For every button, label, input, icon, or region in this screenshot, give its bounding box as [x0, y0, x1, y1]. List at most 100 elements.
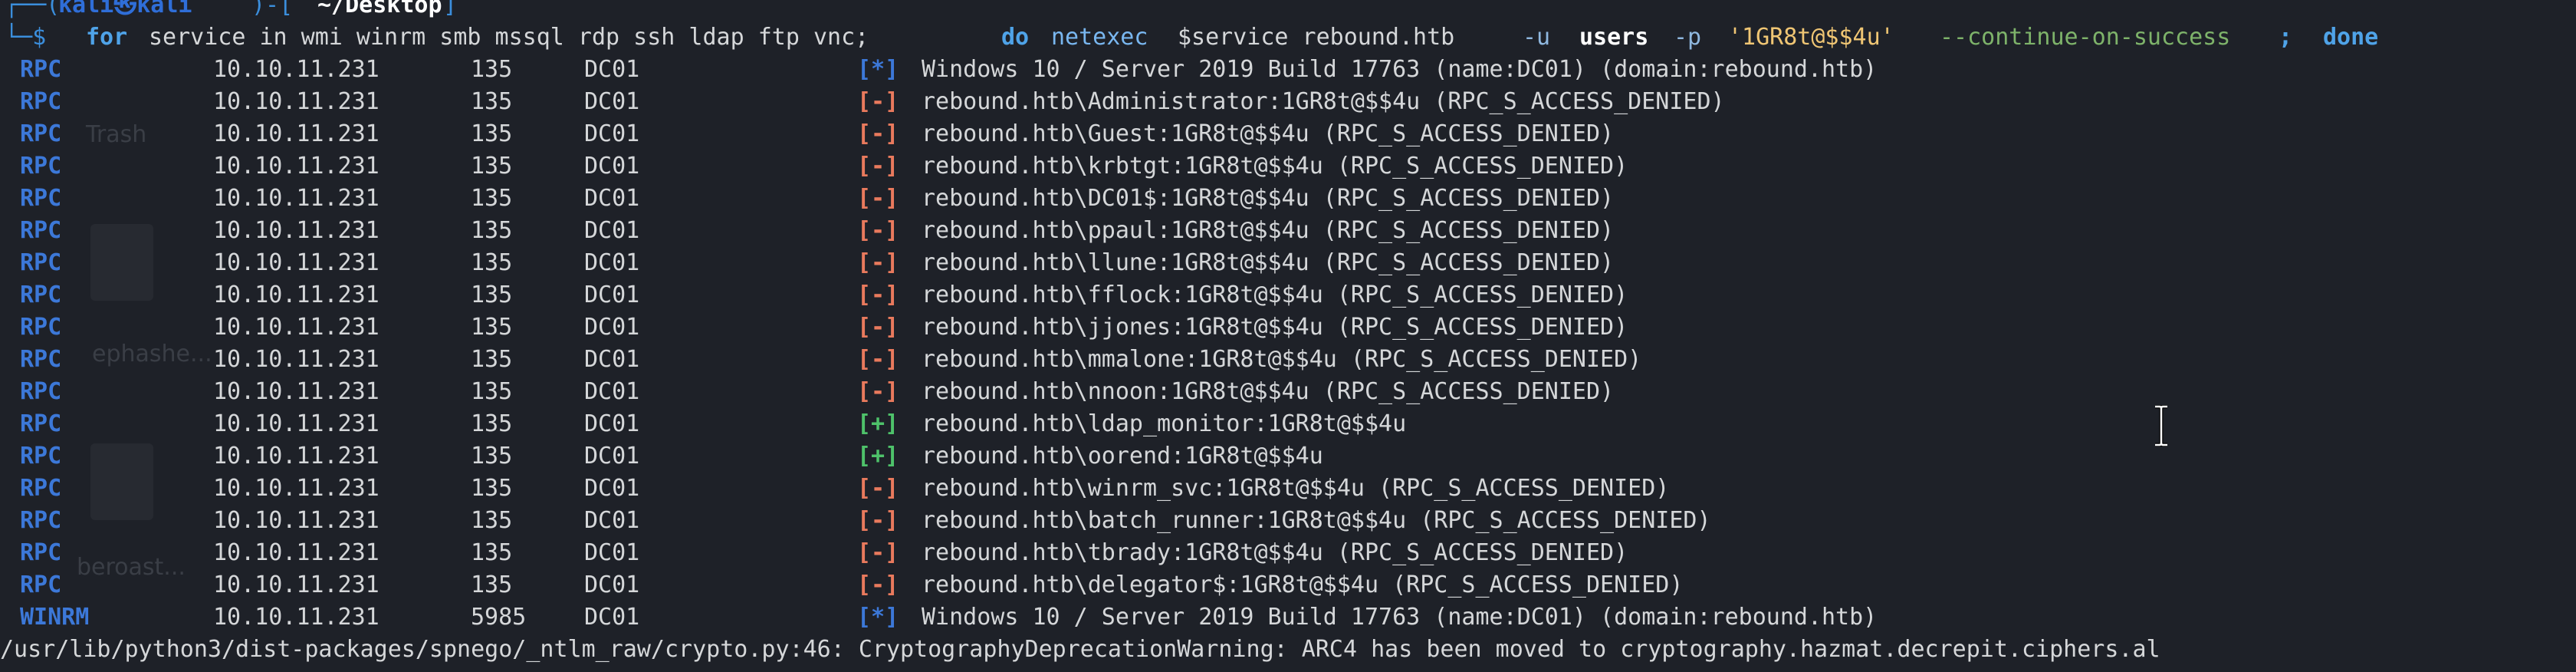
ip-address: 10.10.11.231: [213, 572, 380, 598]
hostname: DC01: [584, 539, 640, 566]
status-tag: [-]: [857, 475, 899, 502]
status-tag: [+]: [857, 443, 899, 469]
status-tag: [*]: [857, 604, 899, 631]
output-row: RPC 10.10.11.231 135 DC01 [-] rebound.htb\jjo…: [0, 311, 2576, 344]
protocol-label: RPC: [20, 153, 62, 180]
output-row: RPC 10.10.11.231 135 DC01 [-] rebound.htb\nno…: [0, 376, 2576, 408]
result-message: rebound.htb\ppaul:1GR8t@$$4u (RPC_S_ACCE…: [922, 217, 1615, 244]
port-number: 135: [471, 443, 513, 469]
port-number: 135: [471, 314, 513, 341]
prompt-line: ┌──(kali㉿kali)-[~/Desktop]: [0, 0, 2576, 21]
port-number: 135: [471, 346, 513, 373]
ip-address: 10.10.11.231: [213, 282, 380, 308]
status-tag: [-]: [857, 314, 899, 341]
output-row: RPC 10.10.11.231 135 DC01 [-] rebound.htb\bat…: [0, 505, 2576, 537]
keyword-for: for: [86, 24, 128, 51]
ip-address: 10.10.11.231: [213, 217, 380, 244]
hostname: DC01: [584, 217, 640, 244]
result-message: rebound.htb\Guest:1GR8t@$$4u (RPC_S_ACCE…: [922, 120, 1615, 147]
status-tag: [-]: [857, 153, 899, 180]
output-row: RPC 10.10.11.231 135 DC01 [+] rebound.htb\lda…: [0, 408, 2576, 440]
prompt-frame: ]: [443, 0, 458, 18]
status-tag: [+]: [857, 410, 899, 437]
status-tag: [-]: [857, 539, 899, 566]
result-message: rebound.htb\batch_runner:1GR8t@$$4u (RPC…: [922, 507, 1711, 534]
output-row: WINRM 10.10.11.231 5985 DC01 [*] Windows 10 /…: [0, 601, 2576, 634]
protocol-label: RPC: [20, 217, 62, 244]
prompt-path: ~/Desktop: [317, 0, 442, 18]
hostname: DC01: [584, 185, 640, 212]
output-row: RPC 10.10.11.231 135 DC01 [-] rebound.htb\Adm…: [0, 86, 2576, 118]
port-number: 135: [471, 539, 513, 566]
hostname: DC01: [584, 88, 640, 115]
status-tag: [-]: [857, 378, 899, 405]
port-number: 135: [471, 249, 513, 276]
hostname: DC01: [584, 572, 640, 598]
protocol-label: RPC: [20, 56, 62, 83]
port-number: 135: [471, 282, 513, 308]
ip-address: 10.10.11.231: [213, 507, 380, 534]
warning-text: /usr/lib/python3/dist-packages/spnego/_n…: [0, 636, 2160, 663]
warning-line: /usr/lib/python3/dist-packages/spnego/_n…: [0, 634, 2576, 666]
protocol-label: RPC: [20, 249, 62, 276]
ip-address: 10.10.11.231: [213, 475, 380, 502]
password-arg: '1GR8t@$$4u': [1728, 24, 1894, 51]
result-message: rebound.htb\ldap_monitor:1GR8t@$$4u: [922, 410, 1407, 437]
prompt-user: kali㉿kali: [58, 0, 192, 18]
result-message: rebound.htb\mmalone:1GR8t@$$4u (RPC_S_AC…: [922, 346, 1642, 373]
result-message: rebound.htb\delegator$:1GR8t@$$4u (RPC_S…: [922, 572, 1684, 598]
port-number: 135: [471, 88, 513, 115]
hostname: DC01: [584, 443, 640, 469]
hostname: DC01: [584, 153, 640, 180]
output-row: RPC 10.10.11.231 135 DC01 [-] rebound.htb\llu…: [0, 247, 2576, 279]
command-line: └─$ for service in wmi winrm smb mssql r…: [0, 21, 2576, 54]
terminal-window[interactable]: ┌──(kali㉿kali)-[~/Desktop] └─$ for servi…: [0, 0, 2576, 672]
output-row: RPC 10.10.11.231 135 DC01 [-] rebound.htb\DC0…: [0, 183, 2576, 215]
ip-address: 10.10.11.231: [213, 443, 380, 469]
result-message: rebound.htb\nnoon:1GR8t@$$4u (RPC_S_ACCE…: [922, 378, 1615, 405]
output-row: RPC 10.10.11.231 135 DC01 [-] rebound.htb\tbr…: [0, 537, 2576, 569]
command-list: service in wmi winrm smb mssql rdp ssh l…: [149, 24, 869, 51]
ip-address: 10.10.11.231: [213, 185, 380, 212]
port-number: 135: [471, 120, 513, 147]
hostname: DC01: [584, 410, 640, 437]
hostname: DC01: [584, 56, 640, 83]
prompt-frame: └─$: [5, 24, 47, 51]
protocol-label: RPC: [20, 475, 62, 502]
status-tag: [-]: [857, 507, 899, 534]
protocol-label: RPC: [20, 346, 62, 373]
output-row: RPC 10.10.11.231 135 DC01 [-] rebound.htb\mma…: [0, 344, 2576, 376]
result-message: rebound.htb\oorend:1GR8t@$$4u: [922, 443, 1323, 469]
option-u: -u: [1523, 24, 1551, 51]
result-message: rebound.htb\krbtgt:1GR8t@$$4u (RPC_S_ACC…: [922, 153, 1628, 180]
hostname: DC01: [584, 314, 640, 341]
protocol-label: RPC: [20, 185, 62, 212]
option-continue: --continue-on-success: [1940, 24, 2231, 51]
hostname: DC01: [584, 346, 640, 373]
ip-address: 10.10.11.231: [213, 346, 380, 373]
status-tag: [-]: [857, 88, 899, 115]
ip-address: 10.10.11.231: [213, 249, 380, 276]
port-number: 135: [471, 378, 513, 405]
output-row: RPC 10.10.11.231 135 DC01 [*] Windows 10 / Se…: [0, 54, 2576, 86]
result-message: rebound.htb\DC01$:1GR8t@$$4u (RPC_S_ACCE…: [922, 185, 1615, 212]
command-args: $service rebound.htb: [1178, 24, 1455, 51]
protocol-label: RPC: [20, 443, 62, 469]
port-number: 5985: [471, 604, 527, 631]
prompt-frame: )-[: [251, 0, 294, 18]
output-row: RPC 10.10.11.231 135 DC01 [-] rebound.htb\Gue…: [0, 118, 2576, 150]
protocol-label: RPC: [20, 572, 62, 598]
ip-address: 10.10.11.231: [213, 314, 380, 341]
separator: ;: [2279, 24, 2293, 51]
result-message: rebound.htb\tbrady:1GR8t@$$4u (RPC_S_ACC…: [922, 539, 1628, 566]
keyword-done: done: [2323, 24, 2379, 51]
status-tag: [-]: [857, 572, 899, 598]
hostname: DC01: [584, 249, 640, 276]
result-message: Windows 10 / Server 2019 Build 17763 (na…: [922, 56, 1878, 83]
ip-address: 10.10.11.231: [213, 153, 380, 180]
output-row: RPC 10.10.11.231 135 DC01 [-] rebound.htb\win…: [0, 473, 2576, 505]
status-tag: [-]: [857, 185, 899, 212]
result-message: rebound.htb\llune:1GR8t@$$4u (RPC_S_ACCE…: [922, 249, 1615, 276]
protocol-label: RPC: [20, 539, 62, 566]
hostname: DC01: [584, 282, 640, 308]
